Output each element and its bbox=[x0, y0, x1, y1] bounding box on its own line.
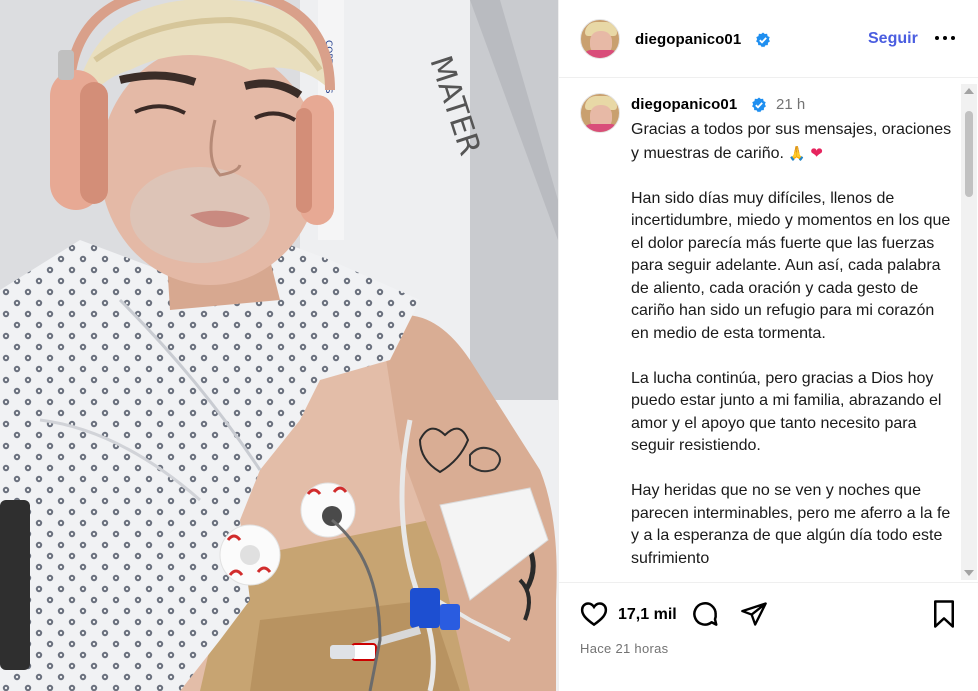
heart-emoji: ❤ bbox=[810, 144, 823, 162]
comment-icon[interactable] bbox=[690, 599, 720, 629]
caption-paragraph: Hay heridas que no se ven y noches que p… bbox=[631, 482, 951, 567]
verified-badge-icon bbox=[752, 97, 766, 113]
caption-paragraph: Gracias a todos por sus mensajes, oracio… bbox=[631, 119, 953, 165]
post-actions: 17,1 mil Hace 21 horas bbox=[559, 582, 978, 691]
caption-paragraph: Han sido días muy difíciles, llenos de i… bbox=[631, 189, 951, 342]
scrollbar-thumb[interactable] bbox=[965, 111, 973, 197]
like-count[interactable]: 17,1 mil bbox=[618, 606, 677, 624]
caption-scrollbar[interactable] bbox=[961, 84, 977, 580]
post-date[interactable]: Hace 21 horas bbox=[580, 641, 668, 656]
scroll-up-arrow[interactable] bbox=[964, 88, 974, 94]
post-header: diegopanico01 Seguir bbox=[559, 0, 978, 78]
more-options-icon[interactable] bbox=[933, 28, 957, 48]
author-avatar[interactable] bbox=[580, 19, 620, 59]
post-caption: Gracias a todos por sus mensajes, oracio… bbox=[631, 119, 953, 582]
hospital-selfie-image: CORTERLAS CORTERLAS MATER bbox=[0, 0, 558, 691]
heart-icon[interactable] bbox=[579, 599, 609, 629]
verified-badge-icon bbox=[756, 32, 770, 48]
bookmark-icon[interactable] bbox=[931, 599, 957, 629]
post-photo[interactable]: CORTERLAS CORTERLAS MATER bbox=[0, 0, 558, 691]
caption-paragraph: La lucha continúa, pero gracias a Dios h… bbox=[631, 369, 942, 455]
author-username[interactable]: diegopanico01 bbox=[635, 31, 741, 48]
caption-author-avatar[interactable] bbox=[580, 93, 620, 133]
post-sidebar: diegopanico01 Seguir diegopanico01 21 h … bbox=[558, 0, 978, 691]
post-time[interactable]: 21 h bbox=[776, 96, 805, 113]
pray-emoji: 🙏 bbox=[788, 144, 806, 161]
follow-button[interactable]: Seguir bbox=[868, 30, 918, 48]
caption-username[interactable]: diegopanico01 bbox=[631, 96, 737, 113]
share-icon[interactable] bbox=[739, 600, 769, 628]
scroll-down-arrow[interactable] bbox=[964, 570, 974, 576]
caption-section[interactable]: diegopanico01 21 h Gracias a todos por s… bbox=[559, 79, 978, 582]
